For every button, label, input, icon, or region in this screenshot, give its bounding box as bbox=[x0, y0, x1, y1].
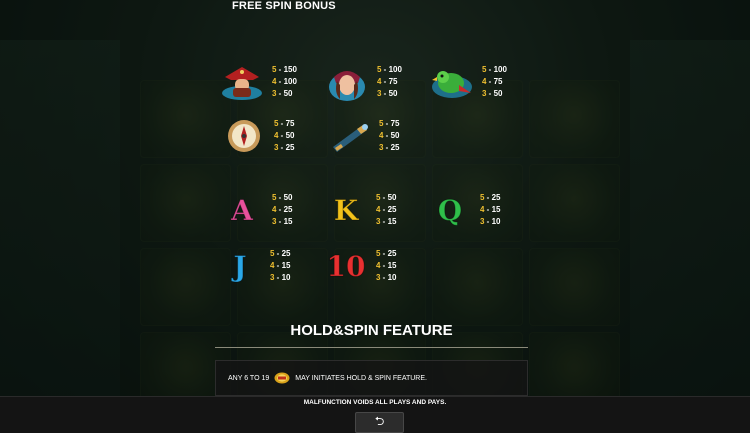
return-arrow-icon: ⮌ bbox=[374, 414, 385, 428]
hold-spin-text-before: ANY 6 TO 19 bbox=[228, 374, 270, 382]
divider bbox=[215, 347, 528, 348]
paytable-entry: 5 - 100 4 - 75 3 - 50 bbox=[428, 62, 507, 102]
letter-q-symbol: Q bbox=[437, 193, 463, 227]
compass-icon bbox=[220, 116, 268, 156]
gold-coin-icon bbox=[274, 372, 290, 384]
malfunction-notice: MALFUNCTION VOIDS ALL PLAYS AND PAYS. bbox=[303, 399, 447, 406]
spyglass-icon bbox=[325, 116, 373, 156]
number-ten-symbol: 10 bbox=[326, 249, 366, 283]
pirate-lady-icon bbox=[323, 62, 371, 102]
paytable-entry: A 5 - 50 4 - 25 3 - 15 bbox=[231, 193, 293, 227]
paytable-entry: K 5 - 50 4 - 25 3 - 15 bbox=[333, 193, 397, 227]
letter-a-symbol: A bbox=[231, 193, 254, 227]
back-button[interactable]: ⮌ bbox=[355, 412, 404, 433]
paytable-entry: 5 - 75 4 - 50 3 - 25 bbox=[220, 116, 294, 156]
pirate-captain-icon bbox=[218, 62, 266, 102]
paytable-entry: 10 5 - 25 4 - 15 3 - 10 bbox=[326, 249, 397, 283]
paytable-entry: J 5 - 25 4 - 15 3 - 10 bbox=[233, 249, 291, 283]
hold-spin-text-after: MAY INITIATES HOLD & SPIN FEATURE. bbox=[295, 374, 427, 382]
letter-k-symbol: K bbox=[333, 193, 359, 227]
paytable-entry: 5 - 100 4 - 75 3 - 50 bbox=[323, 62, 402, 102]
paytable-entry: 5 - 75 4 - 50 3 - 25 bbox=[325, 116, 399, 156]
hold-spin-description: ANY 6 TO 19 MAY INITIATES HOLD & SPIN FE… bbox=[215, 360, 528, 396]
paytable-entry: Q 5 - 25 4 - 15 3 - 10 bbox=[437, 193, 501, 227]
paytable-screen: FREE SPIN BONUS 5 - 150 4 - 100 3 - 50 5… bbox=[0, 0, 750, 433]
paytable-entry: 5 - 150 4 - 100 3 - 50 bbox=[218, 62, 297, 102]
letter-j-symbol: J bbox=[233, 249, 247, 283]
parrot-icon bbox=[428, 62, 476, 102]
hold-spin-feature-title: HOLD&SPIN FEATURE bbox=[290, 322, 453, 339]
footer-bar: MALFUNCTION VOIDS ALL PLAYS AND PAYS. ⮌ bbox=[0, 396, 750, 433]
free-spin-bonus-title: FREE SPIN BONUS bbox=[232, 0, 336, 12]
